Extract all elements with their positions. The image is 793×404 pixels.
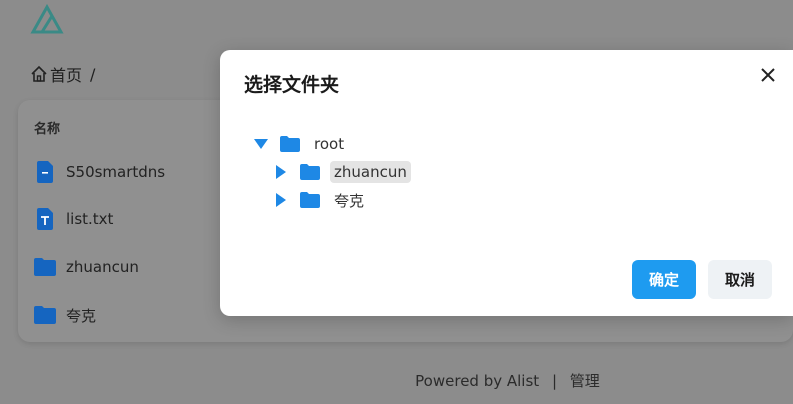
- tree-node-zhuancun[interactable]: zhuancun: [274, 160, 411, 184]
- footer: Powered by Alist | 管理: [0, 370, 793, 391]
- folder-icon: [300, 164, 320, 180]
- tree-node-label: 夸克: [334, 191, 365, 210]
- dialog-title: 选择文件夹: [244, 74, 340, 96]
- footer-separator: |: [551, 372, 558, 390]
- file-row[interactable]: 夸克: [34, 301, 96, 329]
- tree-node-label: root: [314, 135, 345, 153]
- alist-logo[interactable]: [30, 3, 66, 34]
- file-row[interactable]: zhuancun: [34, 253, 139, 281]
- manage-link[interactable]: 管理: [570, 372, 600, 390]
- column-header-name[interactable]: 名称: [34, 118, 60, 137]
- file-row[interactable]: list.txt: [34, 205, 113, 233]
- file-row[interactable]: S50smartdns: [34, 158, 165, 186]
- folder-icon: [34, 255, 56, 279]
- caret-right-icon[interactable]: [274, 165, 288, 179]
- file-icon: [34, 160, 56, 184]
- tree-node-label: zhuancun: [330, 161, 411, 183]
- folder-icon: [300, 192, 320, 208]
- home-icon[interactable]: [30, 65, 48, 83]
- file-name: S50smartdns: [66, 163, 166, 181]
- file-name: zhuancun: [66, 258, 139, 276]
- caret-down-icon[interactable]: [254, 137, 268, 151]
- folder-icon: [34, 303, 56, 327]
- breadcrumb: 首页 /: [30, 63, 95, 85]
- cancel-button[interactable]: 取消: [708, 260, 772, 299]
- file-name: list.txt: [66, 210, 114, 228]
- tree-node-kuake[interactable]: 夸克: [274, 188, 368, 212]
- close-icon: [761, 68, 775, 82]
- powered-by-text[interactable]: Powered by Alist: [415, 372, 539, 390]
- select-folder-dialog: 选择文件夹 root zhuancun 夸克 确定 取消: [220, 50, 793, 316]
- breadcrumb-separator: /: [90, 64, 96, 84]
- tree-node-root[interactable]: root: [254, 132, 348, 156]
- breadcrumb-home[interactable]: 首页: [50, 62, 82, 86]
- file-name: 夸克: [66, 306, 97, 325]
- confirm-button[interactable]: 确定: [632, 260, 696, 299]
- caret-right-icon[interactable]: [274, 193, 288, 207]
- folder-icon: [280, 136, 300, 152]
- text-file-icon: [34, 207, 56, 231]
- close-button[interactable]: [758, 65, 778, 85]
